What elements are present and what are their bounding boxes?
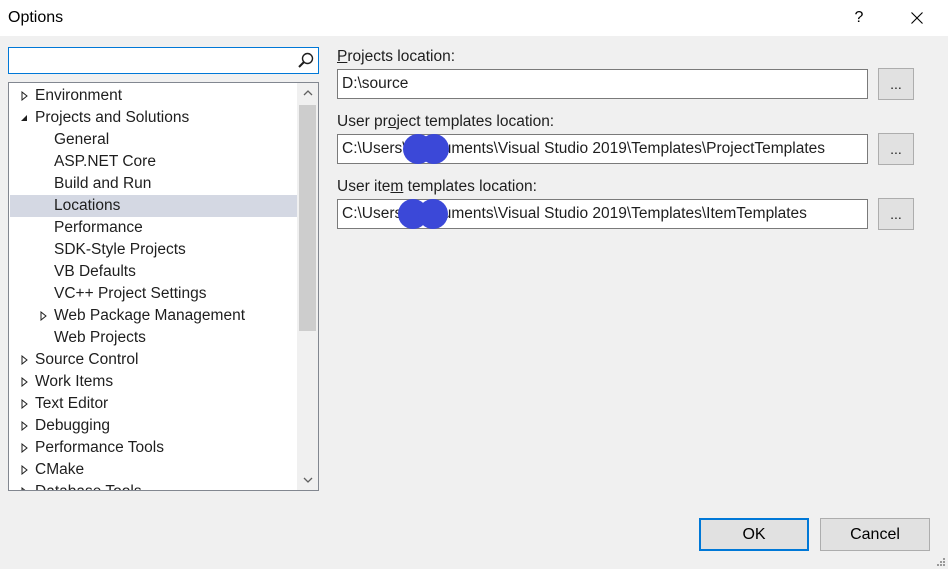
tree-item-label: Work Items [35,373,114,390]
tree-item-label: Environment [35,87,123,104]
tree-item-environment[interactable]: Environment [10,85,297,107]
tree-item-label: ASP.NET Core [54,153,156,170]
tree-item-label: VB Defaults [54,263,136,280]
tree-item-label: Web Package Management [54,307,245,324]
close-icon [911,12,923,24]
projects-location-field[interactable]: D:\source [337,69,868,99]
ok-button[interactable]: OK [699,518,809,551]
tree-item-asp-net-core[interactable]: ASP.NET Core [10,151,297,173]
tree-item-label: Build and Run [54,175,152,192]
expand-arrow-icon[interactable] [18,85,30,107]
tree-item-performance-tools[interactable]: Performance Tools [10,437,297,459]
tree-item-sdk-style-projects[interactable]: SDK-Style Projects [10,239,297,261]
browse-projects-location-button[interactable]: ... [878,68,914,100]
help-label: ? [854,9,864,26]
tree-item-source-control[interactable]: Source Control [10,349,297,371]
tree-scrollbar[interactable] [297,83,318,490]
tree-item-work-items[interactable]: Work Items [10,371,297,393]
tree-item-general[interactable]: General [10,129,297,151]
scroll-down-button[interactable] [297,470,318,490]
tree-item-label: Database Tools [35,481,142,490]
collapse-arrow-icon[interactable] [18,107,30,129]
tree-item-label: General [54,131,110,148]
tree-item-label: Projects and Solutions [35,109,190,126]
help-button[interactable]: ? [836,0,882,36]
tree-item-label: CMake [35,461,85,478]
close-button[interactable] [894,0,940,36]
browse-item-templates-button[interactable]: ... [878,198,914,230]
tree-item-database-tools[interactable]: Database Tools [10,481,297,490]
tree-item-vc-project-settings[interactable]: VC++ Project Settings [10,283,297,305]
project-templates-location-label: User project templates location: [337,113,555,130]
window-title: Options [8,9,64,26]
expand-arrow-icon[interactable] [18,371,30,393]
redaction-mark [398,199,448,229]
chevron-up-icon [303,90,312,96]
tree-item-cmake[interactable]: CMake [10,459,297,481]
expand-arrow-icon[interactable] [37,305,49,327]
resize-grip-icon[interactable] [936,557,946,567]
tree-item-text-editor[interactable]: Text Editor [10,393,297,415]
tree-item-label: Debugging [35,417,110,434]
tree-item-locations[interactable]: Locations [10,195,297,217]
cancel-button[interactable]: Cancel [820,518,930,551]
tree-item-label: SDK-Style Projects [54,241,186,258]
tree-item-debugging[interactable]: Debugging [10,415,297,437]
redaction-mark [403,134,451,164]
projects-location-value: D:\source [342,75,409,92]
expand-arrow-icon[interactable] [18,393,30,415]
item-templates-location-label: User item templates location: [337,178,537,195]
tree-item-label: Text Editor [35,395,109,412]
browse-project-templates-button[interactable]: ... [878,133,914,165]
scroll-up-button[interactable] [297,83,318,103]
options-search-box[interactable] [8,47,319,74]
expand-arrow-icon[interactable] [18,349,30,371]
tree-item-web-package-management[interactable]: Web Package Management [10,305,297,327]
tree-item-label: Source Control [35,351,139,368]
expand-arrow-icon[interactable] [18,481,30,490]
search-input[interactable] [11,50,291,71]
tree-item-label: Web Projects [54,329,146,346]
title-bar: Options ? [0,0,948,36]
expand-arrow-icon[interactable] [18,459,30,481]
tree-item-label: Locations [54,197,121,214]
chevron-down-icon [303,477,312,483]
tree-item-label: Performance Tools [35,439,164,456]
expand-arrow-icon[interactable] [18,415,30,437]
tree-item-performance[interactable]: Performance [10,217,297,239]
tree-item-web-projects[interactable]: Web Projects [10,327,297,349]
search-icon[interactable] [296,51,316,71]
tree-item-vb-defaults[interactable]: VB Defaults [10,261,297,283]
tree-item-label: Performance [54,219,143,236]
tree-item-projects-and-solutions[interactable]: Projects and Solutions [10,107,297,129]
tree-item-label: VC++ Project Settings [54,285,207,302]
options-tree[interactable]: Environment Projects and Solutions General… [8,82,319,491]
projects-location-label: Projects location: [337,48,456,65]
scroll-thumb[interactable] [299,105,316,331]
expand-arrow-icon[interactable] [18,437,30,459]
tree-item-build-and-run[interactable]: Build and Run [10,173,297,195]
